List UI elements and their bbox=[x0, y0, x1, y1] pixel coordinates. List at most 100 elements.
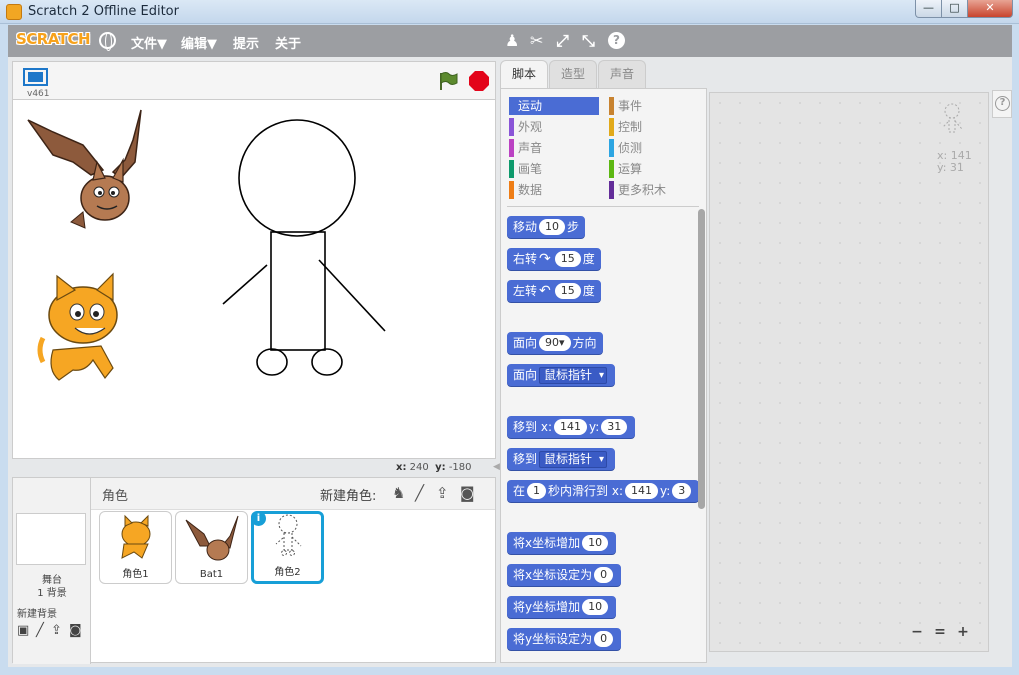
glide-y-input[interactable]: 3 bbox=[672, 483, 692, 499]
window-titlebar: Scratch 2 Offline Editor — □ ✕ bbox=[0, 0, 1019, 24]
grow-icon[interactable]: ⤢ bbox=[556, 31, 569, 51]
category-events[interactable]: 事件 bbox=[609, 97, 699, 115]
block-point-towards[interactable]: 面向 鼠标指针 bbox=[507, 364, 616, 386]
sprite-y-value: 31 bbox=[949, 161, 964, 174]
category-data[interactable]: 数据 bbox=[509, 181, 599, 199]
category-motion[interactable]: 运动 bbox=[509, 97, 599, 115]
block-move[interactable]: 移动 10 步 bbox=[507, 216, 586, 238]
bat-sprite[interactable] bbox=[27, 109, 142, 229]
block-turn-right[interactable]: 右转 ↷ 15 度 bbox=[507, 248, 601, 270]
presentation-mode-icon[interactable] bbox=[23, 68, 48, 86]
sprite-card-cat[interactable]: 角色1 bbox=[99, 511, 172, 584]
palette-divider bbox=[507, 206, 699, 207]
tab-costumes[interactable]: 造型 bbox=[549, 60, 597, 88]
globe-icon[interactable] bbox=[99, 32, 116, 51]
menu-bar: SCRATCH 文件▼ 编辑▼ 提示 关于 ♟ ✂ ⤢ ⤡ ? bbox=[8, 25, 1012, 57]
block-point-in-direction[interactable]: 面向 90▾ 方向 bbox=[507, 332, 603, 354]
stage-canvas[interactable] bbox=[12, 99, 496, 459]
change-x-input[interactable]: 10 bbox=[582, 535, 609, 551]
go-to-dropdown[interactable]: 鼠标指针 bbox=[539, 451, 608, 468]
zoom-out-button[interactable]: − bbox=[908, 623, 926, 641]
paint-sprite-icon[interactable]: ╱ bbox=[415, 484, 424, 502]
block-help-icon[interactable]: ? bbox=[608, 32, 625, 49]
direction-input[interactable]: 90▾ bbox=[539, 335, 571, 351]
stage-column: 舞台 1 背景 新建背景 ▣ ╱ ⇪ ◙ bbox=[13, 478, 91, 664]
sprite-card-bat[interactable]: Bat1 bbox=[175, 511, 248, 584]
bat-thumbnail bbox=[185, 515, 239, 561]
turn-left-degrees-input[interactable]: 15 bbox=[554, 283, 581, 299]
stick-figure-sprite[interactable] bbox=[222, 119, 386, 376]
menu-tips[interactable]: 提示 bbox=[233, 33, 259, 52]
shrink-icon[interactable]: ⤡ bbox=[582, 31, 595, 51]
category-pen[interactable]: 画笔 bbox=[509, 160, 599, 178]
camera-backdrop-icon[interactable]: ◙ bbox=[69, 623, 82, 638]
stage-header: v461 bbox=[12, 61, 496, 99]
glide-x-input[interactable]: 141 bbox=[625, 483, 659, 499]
palette-scrollbar[interactable] bbox=[698, 209, 705, 509]
set-y-input[interactable]: 0 bbox=[594, 631, 614, 647]
duplicate-icon[interactable]: ♟ bbox=[505, 31, 519, 50]
stop-icon[interactable] bbox=[469, 71, 489, 91]
collapse-stage-icon[interactable]: ◀ bbox=[493, 462, 500, 472]
block-turn-left[interactable]: 左转 ↶ 15 度 bbox=[507, 280, 601, 302]
sprite-library-pane: 舞台 1 背景 新建背景 ▣ ╱ ⇪ ◙ 角色 新建角色: ♞ ╱ ⇪ ◙ 角色… bbox=[12, 477, 496, 664]
backdrop-library-icon[interactable]: ▣ bbox=[17, 623, 29, 638]
category-more-blocks[interactable]: 更多积木 bbox=[609, 181, 699, 199]
new-sprite-label: 新建角色: bbox=[320, 489, 377, 504]
script-area[interactable]: x: 141 y: 31 − = + bbox=[709, 92, 989, 652]
close-button[interactable]: ✕ bbox=[967, 0, 1013, 18]
category-control[interactable]: 控制 bbox=[609, 118, 699, 136]
stage-backdrop-count: 1 背景 bbox=[37, 588, 67, 599]
sprite-info-icon[interactable]: i bbox=[251, 511, 266, 526]
version-label: v461 bbox=[27, 89, 50, 99]
mouse-coordinates: x: 240 y: -180 bbox=[396, 462, 472, 473]
point-towards-dropdown[interactable]: 鼠标指针 bbox=[539, 367, 608, 384]
sprite-card-stick-figure[interactable]: i 角色2 bbox=[251, 511, 324, 584]
go-to-x-input[interactable]: 141 bbox=[554, 419, 587, 435]
minimize-button[interactable]: — bbox=[915, 0, 942, 18]
category-sensing[interactable]: 侦测 bbox=[609, 139, 699, 157]
maximize-button[interactable]: □ bbox=[941, 0, 968, 18]
category-operators[interactable]: 运算 bbox=[609, 160, 699, 178]
zoom-reset-button[interactable]: = bbox=[931, 623, 949, 641]
block-change-x[interactable]: 将x坐标增加 10 bbox=[507, 532, 617, 554]
glide-secs-input[interactable]: 1 bbox=[527, 483, 547, 499]
set-x-input[interactable]: 0 bbox=[594, 567, 614, 583]
tab-sounds[interactable]: 声音 bbox=[598, 60, 646, 88]
block-set-x[interactable]: 将x坐标设定为 0 bbox=[507, 564, 622, 586]
green-flag-icon[interactable] bbox=[437, 70, 459, 92]
change-y-input[interactable]: 10 bbox=[582, 599, 609, 615]
tab-scripts[interactable]: 脚本 bbox=[500, 60, 548, 90]
paint-backdrop-icon[interactable]: ╱ bbox=[36, 623, 44, 638]
category-looks[interactable]: 外观 bbox=[509, 118, 599, 136]
scratch-logo[interactable]: SCRATCH bbox=[16, 30, 91, 48]
block-set-y[interactable]: 将y坐标设定为 0 bbox=[507, 628, 622, 650]
block-go-to-xy[interactable]: 移到 x: 141 y: 31 bbox=[507, 416, 636, 438]
upload-backdrop-icon[interactable]: ⇪ bbox=[51, 623, 62, 638]
help-panel-toggle[interactable]: ? bbox=[992, 90, 1012, 118]
sprite-library-icon[interactable]: ♞ bbox=[392, 484, 405, 502]
stage-thumbnail[interactable] bbox=[16, 513, 86, 565]
mouse-y-value: -180 bbox=[448, 462, 472, 473]
camera-sprite-icon[interactable]: ◙ bbox=[460, 484, 475, 502]
block-change-y[interactable]: 将y坐标增加 10 bbox=[507, 596, 617, 618]
upload-sprite-icon[interactable]: ⇪ bbox=[436, 484, 449, 502]
help-icon: ? bbox=[995, 96, 1010, 111]
menu-about[interactable]: 关于 bbox=[275, 33, 301, 52]
block-glide[interactable]: 在 1 秒内滑行到 x: 141 y: 3 bbox=[507, 480, 700, 502]
block-go-to[interactable]: 移到 鼠标指针 bbox=[507, 448, 616, 470]
menu-edit[interactable]: 编辑▼ bbox=[181, 33, 217, 52]
cat-sprite[interactable] bbox=[37, 272, 118, 381]
turn-right-degrees-input[interactable]: 15 bbox=[554, 251, 581, 267]
go-to-y-input[interactable]: 31 bbox=[601, 419, 628, 435]
turn-right-icon: ↷ bbox=[539, 251, 551, 267]
sprite-card-name: 角色1 bbox=[122, 569, 149, 580]
sprite-pane-header: 角色 新建角色: ♞ ╱ ⇪ ◙ bbox=[91, 478, 495, 510]
move-steps-input[interactable]: 10 bbox=[539, 219, 566, 235]
menu-file[interactable]: 文件▼ bbox=[131, 33, 167, 52]
stage-drawing bbox=[27, 109, 386, 381]
sprites-title: 角色 bbox=[102, 489, 129, 504]
category-sound[interactable]: 声音 bbox=[509, 139, 599, 157]
zoom-in-button[interactable]: + bbox=[954, 623, 972, 641]
delete-icon[interactable]: ✂ bbox=[530, 31, 543, 50]
